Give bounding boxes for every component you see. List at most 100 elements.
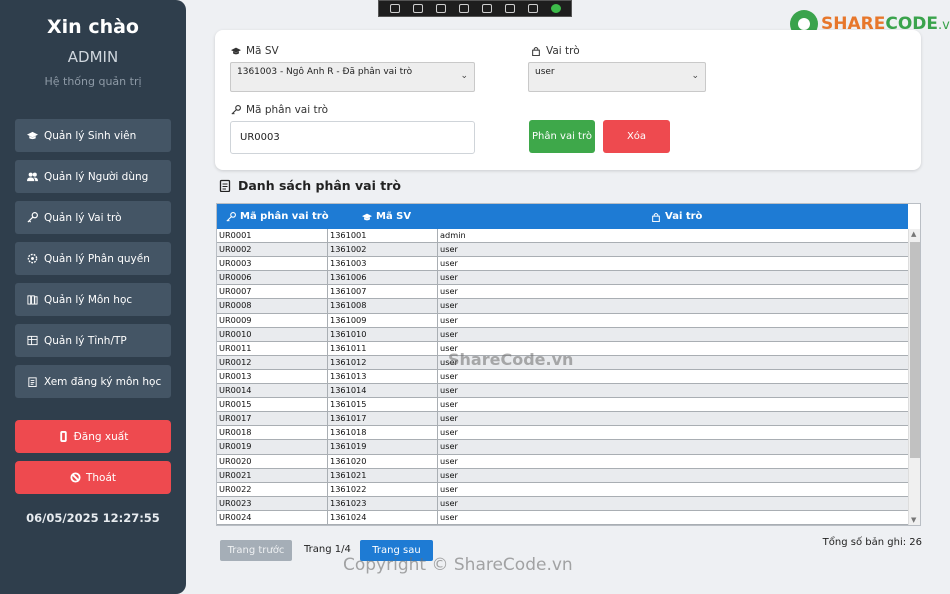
nav-roles-button[interactable]: Quản lý Vai trò — [15, 201, 171, 234]
table-body: UR0001 1361001 admin UR0002 1361002 user UR000… — [217, 229, 908, 525]
table-cell: 1361024 — [328, 510, 438, 524]
table-cell: UR0006 — [217, 271, 328, 285]
table-cell: user — [440, 427, 458, 438]
assign-role-button[interactable]: Phân vai trò — [529, 120, 595, 153]
map-icon — [27, 335, 38, 346]
clipboard-icon — [28, 377, 37, 387]
table-cell: UR0003 — [217, 257, 328, 271]
key-icon — [226, 211, 236, 222]
chevron-down-icon: ⌄ — [691, 71, 699, 81]
table-cell: 1361015 — [328, 398, 438, 412]
books-icon — [27, 295, 38, 305]
nav-permissions-button[interactable]: Quản lý Phân quyền — [15, 242, 171, 275]
scroll-down-icon[interactable]: ▼ — [911, 516, 916, 524]
table-row[interactable]: UR0007 1361007 user — [217, 285, 908, 300]
table-cell: UR0013 — [217, 369, 328, 384]
toolbar-camera-icon[interactable] — [412, 4, 423, 13]
toolbar-monitor-icon[interactable] — [481, 4, 492, 13]
table-cell: UR0002 — [217, 243, 328, 257]
toolbar-check-icon[interactable] — [550, 4, 561, 13]
table-cell: 1361012 — [328, 355, 438, 369]
table-cell: user — [440, 258, 458, 269]
table-cell: 1361022 — [328, 482, 438, 496]
table-row[interactable]: UR0002 1361002 user — [217, 243, 908, 258]
toolbar-accessibility-icon[interactable] — [527, 4, 538, 13]
prev-page-button[interactable]: Trang trước — [220, 540, 292, 561]
table-row[interactable]: UR0009 1361009 user — [217, 313, 908, 328]
table-row[interactable]: UR0021 1361021 user — [217, 468, 908, 483]
table-cell: UR0018 — [217, 426, 328, 440]
table-cell: UR0020 — [217, 454, 328, 468]
table-row[interactable]: UR0020 1361020 user — [217, 454, 908, 469]
student-select[interactable]: 1361003 - Ngô Anh R - Đã phân vai trò ⌄ — [230, 62, 475, 92]
table-row[interactable]: UR0006 1361006 user — [217, 271, 908, 286]
user-name: ADMIN — [67, 48, 119, 66]
table-cell: user — [440, 314, 458, 325]
table-cell: UR0022 — [217, 482, 328, 496]
clipboard-icon — [219, 179, 231, 192]
table-scrollbar[interactable]: ▲ ▼ — [908, 229, 920, 525]
role-select[interactable]: user ⌄ — [528, 62, 706, 92]
table-cell: UR0017 — [217, 412, 328, 426]
table-cell: user — [440, 370, 458, 381]
nav-provinces-button[interactable]: Quản lý Tỉnh/TP — [15, 324, 171, 357]
table-row[interactable]: UR0018 1361018 user — [217, 426, 908, 441]
nav-label: Quản lý Sinh viên — [44, 129, 137, 142]
table-header: Mã phân vai trò Mã SV Vai trò — [217, 204, 908, 229]
toolbar-square-icon[interactable] — [458, 4, 469, 13]
table-cell: 1361009 — [328, 313, 438, 327]
nav-registrations-button[interactable]: Xem đăng ký môn học — [15, 365, 171, 398]
table-cell: 1361001 — [328, 229, 438, 243]
table-cell: UR0007 — [217, 285, 328, 299]
table-cell: 1361014 — [328, 384, 438, 398]
table-row[interactable]: UR0001 1361001 admin — [217, 229, 908, 244]
exit-button[interactable]: Thoát — [15, 461, 171, 494]
table-row[interactable]: UR0023 1361023 user — [217, 496, 908, 511]
toolbar-cast-icon[interactable] — [435, 4, 446, 13]
table-row[interactable]: UR0010 1361010 user — [217, 327, 908, 342]
nav-label: Quản lý Tỉnh/TP — [44, 334, 127, 347]
ban-icon — [70, 472, 81, 483]
nav-students-button[interactable]: Quản lý Sinh viên — [15, 119, 171, 152]
table-row[interactable]: UR0017 1361017 user — [217, 412, 908, 427]
table-cell: 1361019 — [328, 440, 438, 454]
table-cell: 1361013 — [328, 369, 438, 384]
assign-id-input[interactable]: UR0003 — [230, 121, 475, 154]
table-cell: user — [440, 286, 458, 297]
table-row[interactable]: UR0014 1361014 user — [217, 384, 908, 399]
table-row[interactable]: UR0019 1361019 user — [217, 440, 908, 455]
table-cell: user — [440, 385, 458, 396]
delete-button[interactable]: Xóa — [603, 120, 670, 153]
table-cell: 1361011 — [328, 341, 438, 355]
table-row[interactable]: UR0008 1361008 user — [217, 299, 908, 314]
toolbar-broadcast-icon[interactable] — [504, 4, 515, 13]
nav-users-button[interactable]: Quản lý Người dùng — [15, 160, 171, 193]
table-cell: user — [440, 244, 458, 255]
role-assignment-form: Mã SV 1361003 - Ngô Anh R - Đã phân vai … — [215, 30, 921, 170]
phone-icon — [59, 431, 67, 442]
system-subtitle: Hệ thống quản trị — [44, 75, 142, 88]
role-field-label: Vai trò — [531, 45, 580, 57]
toolbar-window-icon[interactable] — [389, 4, 400, 13]
table-row[interactable]: UR0015 1361015 user — [217, 398, 908, 413]
table-cell: user — [440, 399, 458, 410]
table-cell: UR0015 — [217, 398, 328, 412]
table-row[interactable]: UR0022 1361022 user — [217, 482, 908, 497]
graduation-cap-icon — [27, 131, 38, 140]
table-cell: user — [440, 328, 458, 339]
greeting-text: Xin chào — [47, 16, 139, 38]
scrollbar-thumb[interactable] — [910, 242, 920, 458]
scroll-up-icon[interactable]: ▲ — [911, 230, 916, 238]
table-cell: 1361020 — [328, 454, 438, 468]
nav-subjects-button[interactable]: Quản lý Môn học — [15, 283, 171, 316]
column-header-role[interactable]: Vai trò — [651, 204, 702, 229]
column-header-student-id[interactable]: Mã SV — [362, 204, 411, 229]
nav-label: Xem đăng ký môn học — [44, 375, 162, 388]
logout-button[interactable]: Đăng xuất — [15, 420, 171, 453]
table-cell: 1361023 — [328, 496, 438, 510]
table-row[interactable]: UR0003 1361003 user — [217, 257, 908, 272]
column-header-assign-id[interactable]: Mã phân vai trò — [226, 204, 329, 229]
table-row[interactable]: UR0024 1361024 user — [217, 510, 908, 525]
graduation-cap-icon — [362, 213, 372, 220]
table-row[interactable]: UR0013 1361013 user — [217, 369, 908, 385]
